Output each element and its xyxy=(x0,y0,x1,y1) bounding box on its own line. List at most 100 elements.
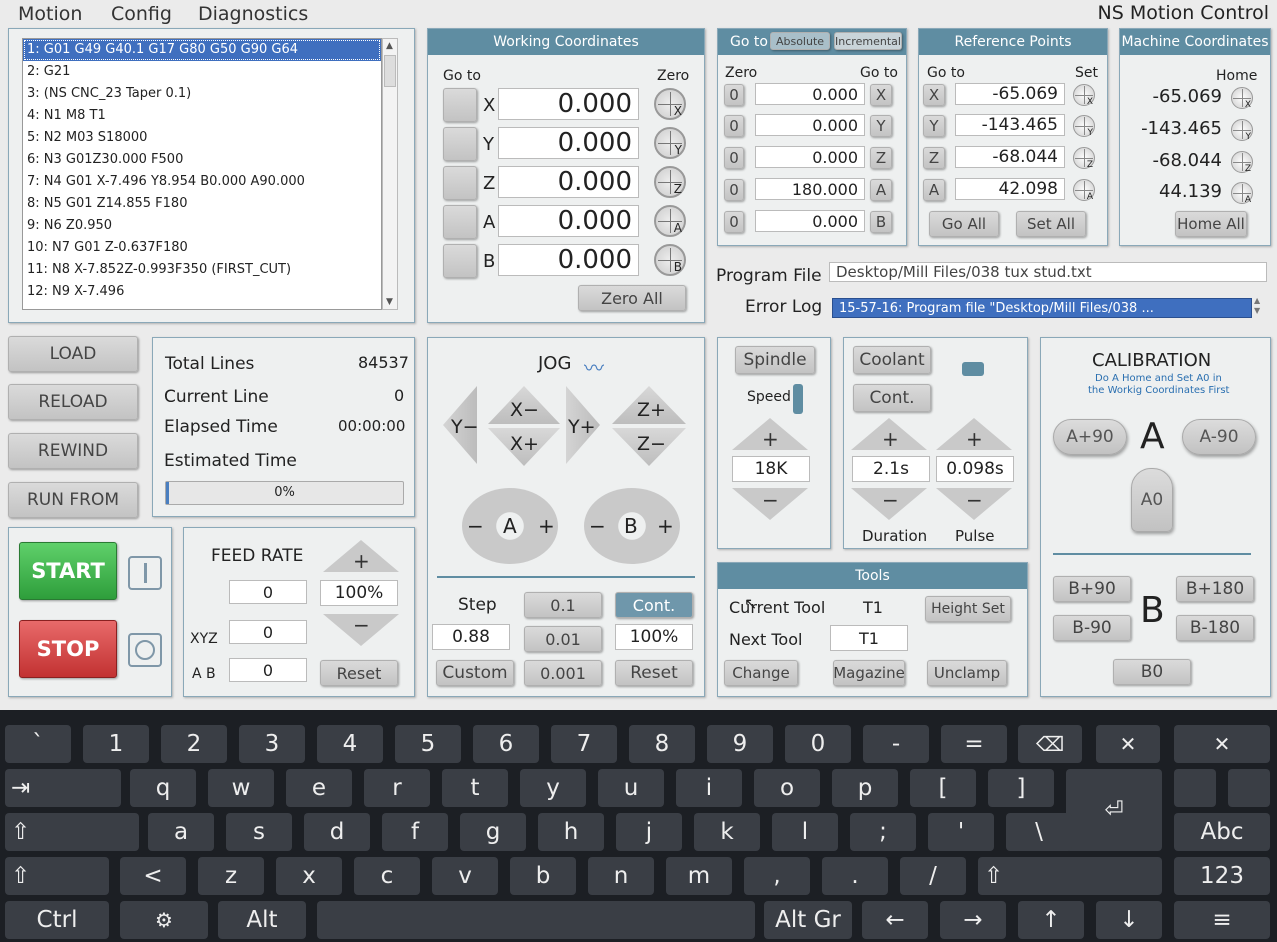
zero-z-target-icon[interactable]: Z xyxy=(654,166,686,198)
ref-goto-x-button[interactable]: X xyxy=(923,84,945,106)
goto-zero-b-button[interactable]: 0 xyxy=(724,211,744,233)
key-y[interactable]: y xyxy=(520,769,586,807)
a-plus-90-button[interactable]: A+90 xyxy=(1053,419,1127,455)
key-11-row3[interactable]: \ xyxy=(1006,813,1072,851)
next-tool-field[interactable]: T1 xyxy=(830,625,908,651)
goto-z-button[interactable]: Z xyxy=(870,147,892,169)
key-alt[interactable]: Alt xyxy=(218,901,306,939)
key-shift-lock[interactable]: ⇧ xyxy=(5,813,139,851)
key-pointer-icon[interactable] xyxy=(1174,769,1216,807)
coolant-button[interactable]: Coolant xyxy=(853,346,931,374)
stop-button[interactable]: STOP xyxy=(19,620,117,678)
zero-x-target-icon[interactable]: X xyxy=(654,88,686,120)
gcode-list[interactable]: 1: G01 G49 G40.1 G17 G80 G50 G90 G64 2: G… xyxy=(22,38,382,310)
key-abc[interactable]: Abc xyxy=(1174,813,1270,851)
key-1-row3[interactable]: s xyxy=(226,813,292,851)
ref-set-z-target-icon[interactable]: Z xyxy=(1073,147,1095,170)
gcode-line[interactable]: 10: N7 G01 Z-0.637F180 xyxy=(23,237,381,259)
key-numbers[interactable]: 123 xyxy=(1174,857,1270,895)
menu-motion[interactable]: Motion xyxy=(18,3,82,25)
reload-button[interactable]: RELOAD xyxy=(8,384,138,420)
error-log-spinner-icon[interactable]: ▲ ▼ xyxy=(1254,296,1260,316)
gcode-line[interactable]: 11: N8 X-7.852Z-0.993F350 (FIRST_CUT) xyxy=(23,259,381,281)
key-[[interactable]: [ xyxy=(910,769,976,807)
gcode-line[interactable]: 5: N2 M03 S18000 xyxy=(23,127,381,149)
jog-reset-button[interactable]: Reset xyxy=(615,660,693,686)
home-z-target-icon[interactable]: Z xyxy=(1231,151,1253,174)
key-enter[interactable]: ⏎ xyxy=(1066,769,1162,851)
key-10-row4[interactable]: / xyxy=(900,857,966,895)
key-1-row4[interactable]: z xyxy=(198,857,264,895)
key-shift-left[interactable]: ⇧ xyxy=(5,857,109,895)
key-11[interactable]: - xyxy=(863,725,929,763)
scroll-thumb[interactable] xyxy=(384,55,396,87)
key-1[interactable]: 1 xyxy=(83,725,149,763)
key-0-row3[interactable]: a xyxy=(148,813,214,851)
goto-x-value[interactable]: 0.000 xyxy=(755,83,865,105)
step-0-001-button[interactable]: 0.001 xyxy=(524,660,602,686)
key-o[interactable]: o xyxy=(754,769,820,807)
ref-z-value[interactable]: -68.044 xyxy=(955,146,1065,168)
jog-percent-field[interactable]: 100% xyxy=(615,624,693,650)
step-custom-button[interactable]: Custom xyxy=(436,660,514,686)
single-step-icon[interactable] xyxy=(128,556,162,590)
step-cont-button[interactable]: Cont. xyxy=(615,592,693,618)
key-5-row4[interactable]: b xyxy=(510,857,576,895)
height-set-button[interactable]: Height Set xyxy=(925,596,1011,622)
gcode-line[interactable]: 9: N6 Z0.950 xyxy=(23,215,381,237)
key-3[interactable]: 3 xyxy=(239,725,305,763)
working-goto-b-button[interactable] xyxy=(443,244,477,278)
pulse-field[interactable]: 0.098s xyxy=(936,456,1014,482)
key-7-row3[interactable]: k xyxy=(694,813,760,851)
key-7-row4[interactable]: m xyxy=(666,857,732,895)
goto-zero-y-button[interactable]: 0 xyxy=(724,115,744,137)
key-down[interactable]: ↓ xyxy=(1096,901,1162,939)
key-w[interactable]: w xyxy=(208,769,274,807)
b-plus-90-button[interactable]: B+90 xyxy=(1053,576,1131,602)
key-2[interactable]: 2 xyxy=(161,725,227,763)
key-3-row4[interactable]: c xyxy=(354,857,420,895)
key-0-row4[interactable]: < xyxy=(120,857,186,895)
program-file-field[interactable]: Desktop/Mill Files/038 tux stud.txt xyxy=(829,262,1267,282)
ref-x-value[interactable]: -65.069 xyxy=(955,83,1065,105)
key-10-row3[interactable]: ' xyxy=(928,813,994,851)
gcode-scrollbar[interactable]: ▲ ▼ xyxy=(382,38,398,310)
goto-zero-z-button[interactable]: 0 xyxy=(724,147,744,169)
key-ctrl[interactable]: Ctrl xyxy=(5,901,109,939)
zero-all-button[interactable]: Zero All xyxy=(578,285,686,311)
goto-b-button[interactable]: B xyxy=(870,211,892,233)
spindle-speed-field[interactable]: 18K xyxy=(732,456,810,482)
step-0-1-button[interactable]: 0.1 xyxy=(524,592,602,618)
goto-zero-a-button[interactable]: 0 xyxy=(724,179,744,201)
key-i[interactable]: i xyxy=(676,769,742,807)
feed-percent-field[interactable]: 100% xyxy=(320,580,398,606)
key-p[interactable]: p xyxy=(832,769,898,807)
load-button[interactable]: LOAD xyxy=(8,336,138,372)
gcode-line[interactable]: 4: N1 M8 T1 xyxy=(23,105,381,127)
zero-y-target-icon[interactable]: Y xyxy=(654,127,686,159)
key-e[interactable]: e xyxy=(286,769,352,807)
key-hide[interactable]: ✕ xyxy=(1174,725,1270,763)
key-8-row3[interactable]: l xyxy=(772,813,838,851)
goto-x-button[interactable]: X xyxy=(870,84,892,106)
key-4-row3[interactable]: g xyxy=(460,813,526,851)
key-close[interactable]: ✕ xyxy=(1096,725,1160,763)
key-5[interactable]: 5 xyxy=(395,725,461,763)
goto-y-value[interactable]: 0.000 xyxy=(755,114,865,136)
key-space[interactable] xyxy=(317,901,755,939)
working-y-value[interactable]: 0.000 xyxy=(498,127,639,159)
key-9-row3[interactable]: ; xyxy=(850,813,916,851)
ref-a-value[interactable]: 42.098 xyxy=(955,178,1065,200)
key-7[interactable]: 7 xyxy=(551,725,617,763)
goto-b-value[interactable]: 0.000 xyxy=(755,210,865,232)
menu-config[interactable]: Config xyxy=(111,3,172,25)
working-goto-z-button[interactable] xyxy=(443,166,477,200)
error-log-select[interactable]: 15-57-16: Program file "Desktop/Mill Fil… xyxy=(832,298,1252,318)
a0-button[interactable]: A0 xyxy=(1131,468,1173,532)
ref-goto-a-button[interactable]: A xyxy=(923,179,945,201)
run-from-button[interactable]: RUN FROM xyxy=(8,482,138,518)
key-2-row3[interactable]: d xyxy=(304,813,370,851)
working-z-value[interactable]: 0.000 xyxy=(498,166,639,198)
key-r[interactable]: r xyxy=(364,769,430,807)
key-menu[interactable]: ≡ xyxy=(1174,901,1270,939)
